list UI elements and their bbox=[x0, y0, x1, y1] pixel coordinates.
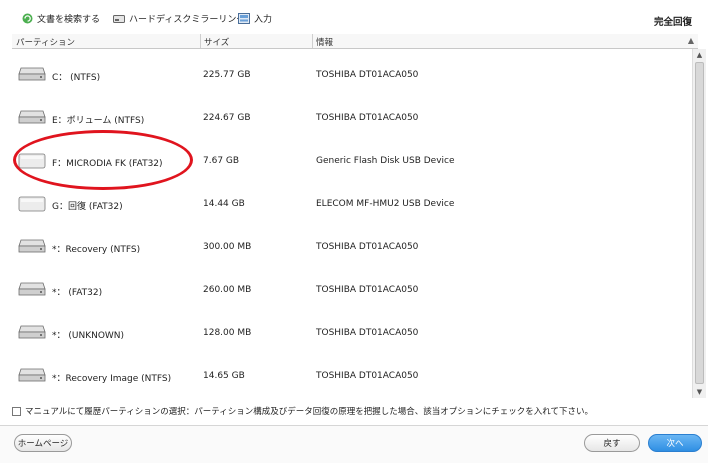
partition-name: F：MICRODIA FK (FAT32) bbox=[52, 159, 163, 169]
chevron-up-icon[interactable]: ▲ bbox=[688, 36, 694, 45]
mirror-disk-icon bbox=[113, 14, 125, 23]
partition-name: *：Recovery (NTFS) bbox=[52, 245, 141, 255]
partition-size: 14.44 GB bbox=[203, 199, 245, 209]
search-documents-button[interactable]: 文書を検索する bbox=[22, 12, 100, 25]
partition-name: *：Recovery Image (NTFS) bbox=[52, 374, 172, 384]
next-button[interactable]: 次へ bbox=[648, 434, 702, 452]
back-button[interactable]: 戻す bbox=[584, 434, 640, 452]
partition-name: C： (NTFS) bbox=[52, 73, 101, 83]
partition-row[interactable]: F：MICRODIA FK (FAT32) 7.67 GB Generic Fl… bbox=[12, 139, 692, 181]
usb-drive-icon bbox=[18, 196, 46, 212]
partition-name: *： (UNKNOWN) bbox=[52, 331, 125, 341]
partition-row[interactable]: *： (UNKNOWN) 128.00 MB TOSHIBA DT01ACA05… bbox=[12, 311, 692, 353]
column-size[interactable]: サイズ bbox=[204, 36, 229, 48]
hdd-icon bbox=[18, 67, 46, 81]
partition-size: 300.00 MB bbox=[203, 242, 252, 252]
partition-size: 7.67 GB bbox=[203, 156, 240, 166]
partition-info: TOSHIBA DT01ACA050 bbox=[316, 285, 419, 295]
partition-info: Generic Flash Disk USB Device bbox=[316, 156, 455, 166]
partition-size: 14.65 GB bbox=[203, 371, 245, 381]
partition-info: TOSHIBA DT01ACA050 bbox=[316, 70, 419, 80]
partition-row[interactable]: G：回復 (FAT32) 14.44 GB ELECOM MF-HMU2 USB… bbox=[12, 182, 692, 224]
scroll-up-icon[interactable]: ▲ bbox=[693, 49, 706, 61]
scroll-down-icon[interactable]: ▼ bbox=[693, 386, 706, 398]
partition-row[interactable]: E：ボリューム (NTFS) 224.67 GB TOSHIBA DT01ACA… bbox=[12, 96, 692, 138]
partition-size: 225.77 GB bbox=[203, 70, 251, 80]
column-partition[interactable]: パーティション bbox=[16, 36, 75, 48]
partition-info: ELECOM MF-HMU2 USB Device bbox=[316, 199, 455, 209]
partition-row[interactable]: C： (NTFS) 225.77 GB TOSHIBA DT01ACA050 bbox=[12, 53, 692, 95]
import-icon bbox=[238, 13, 250, 24]
hdd-icon bbox=[18, 110, 46, 124]
partition-row[interactable]: *：Recovery Image (NTFS) 14.65 GB TOSHIBA… bbox=[12, 354, 692, 396]
hdd-icon bbox=[18, 325, 46, 339]
partition-info: TOSHIBA DT01ACA050 bbox=[316, 371, 419, 381]
disk-mirroring-button[interactable]: ハードディスクミラーリング bbox=[113, 12, 245, 25]
usb-drive-icon bbox=[18, 153, 46, 169]
search-documents-label: 文書を検索する bbox=[37, 15, 101, 25]
vertical-scrollbar[interactable]: ▲ ▼ bbox=[692, 49, 706, 398]
hdd-icon bbox=[18, 368, 46, 382]
manual-partition-option[interactable]: マニュアルにて履歴パーティションの選択：パーティション構成及びデータ回復の原理を… bbox=[12, 405, 593, 417]
partition-info: TOSHIBA DT01ACA050 bbox=[316, 328, 419, 338]
partition-name: G：回復 (FAT32) bbox=[52, 202, 123, 212]
recovery-mode-label: 完全回復 bbox=[653, 17, 692, 28]
footer-bar: ホームページ 戻す 次へ bbox=[0, 425, 708, 463]
home-button[interactable]: ホームページ bbox=[14, 434, 72, 452]
partition-size: 260.00 MB bbox=[203, 285, 252, 295]
toolbar: 文書を検索する ハードディスクミラーリング 入力 完全回復 bbox=[0, 10, 708, 32]
column-info[interactable]: 情報 bbox=[316, 36, 333, 48]
partition-name: *： (FAT32) bbox=[52, 288, 103, 298]
search-refresh-icon bbox=[22, 13, 33, 24]
manual-selection-checkbox[interactable] bbox=[12, 406, 21, 416]
hdd-icon bbox=[18, 239, 46, 253]
partition-row[interactable]: *： (FAT32) 260.00 MB TOSHIBA DT01ACA050 bbox=[12, 268, 692, 310]
partition-name: E：ボリューム (NTFS) bbox=[52, 116, 145, 126]
manual-selection-label: マニュアルにて履歴パーティションの選択：パーティション構成及びデータ回復の原理を… bbox=[25, 407, 593, 417]
partition-info: TOSHIBA DT01ACA050 bbox=[316, 242, 419, 252]
partition-list: C： (NTFS) 225.77 GB TOSHIBA DT01ACA050 E… bbox=[12, 49, 692, 398]
partition-info: TOSHIBA DT01ACA050 bbox=[316, 113, 419, 123]
partition-size: 224.67 GB bbox=[203, 113, 251, 123]
input-button[interactable]: 入力 bbox=[238, 12, 272, 25]
partition-row[interactable]: *：Recovery (NTFS) 300.00 MB TOSHIBA DT01… bbox=[12, 225, 692, 267]
partition-size: 128.00 MB bbox=[203, 328, 252, 338]
input-label: 入力 bbox=[254, 15, 273, 25]
scrollbar-thumb[interactable] bbox=[695, 62, 704, 384]
disk-mirroring-label: ハードディスクミラーリング bbox=[129, 15, 246, 25]
hdd-icon bbox=[18, 282, 46, 296]
partition-table-header: パーティション サイズ 情報 ▲ bbox=[12, 34, 698, 49]
